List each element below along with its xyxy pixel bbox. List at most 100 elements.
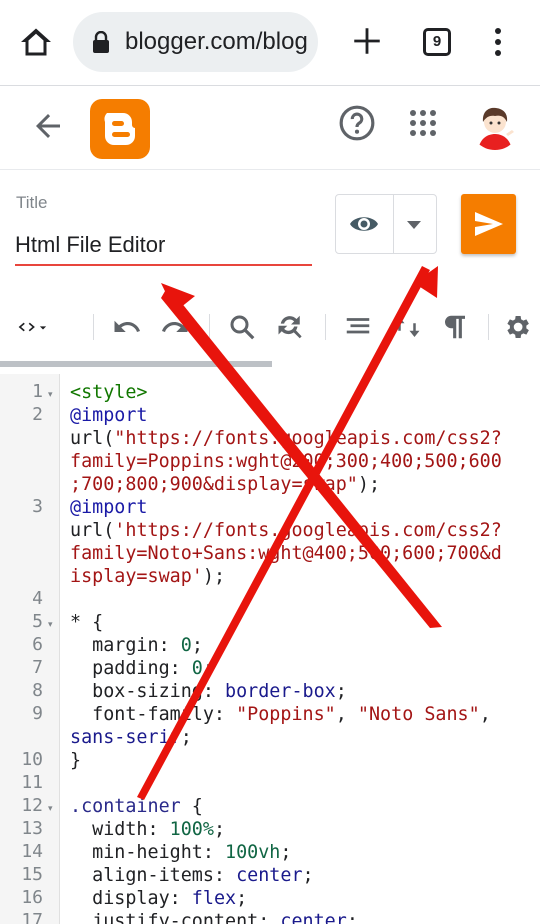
preview-divider — [393, 195, 394, 253]
code-token: @import — [70, 497, 148, 518]
line-number: 6 — [32, 634, 43, 655]
code-token: family=Noto+Sans:wght@400;500;600;700&d — [70, 543, 502, 564]
code-line: <style> — [70, 381, 148, 404]
code-token: isplay=swap' — [70, 566, 203, 587]
code-editor[interactable]: 1 ▾ 2 3 4 5 ▾ 6 7 8 9 10 11 12 ▾ 13 14 15 16 17 <style> @imp… — [0, 374, 540, 924]
code-line: family=Poppins:wght@200;300;400;500;600 — [70, 450, 502, 473]
code-token: } — [70, 750, 82, 771]
toolbar-divider — [325, 314, 326, 340]
avatar[interactable] — [470, 100, 520, 150]
code-token: font-family: — [70, 704, 237, 725]
plus-icon[interactable] — [350, 24, 384, 58]
code-line: family=Noto+Sans:wght@400;500;600;700&d — [70, 542, 502, 565]
line-number: 8 — [32, 680, 43, 701]
code-token: display: — [70, 888, 192, 909]
wrap-button[interactable] — [392, 312, 422, 342]
fold-toggle-icon[interactable]: ▾ — [48, 619, 53, 630]
code-line: sans-serif; — [70, 726, 192, 749]
publish-button[interactable] — [461, 194, 516, 254]
code-view-toggle[interactable] — [18, 312, 66, 342]
code-token: ); — [202, 566, 226, 587]
more-vert-icon[interactable] — [486, 26, 510, 58]
code-line: * { — [70, 611, 103, 634]
code-icon — [18, 322, 47, 332]
search-button[interactable] — [227, 312, 257, 342]
line-number: 3 — [32, 496, 43, 517]
line-number: 17 — [21, 910, 43, 924]
code-token: width: — [70, 819, 170, 840]
code-token: flex — [191, 888, 237, 909]
arrow-back-icon[interactable] — [30, 108, 66, 144]
pilcrow-icon — [445, 315, 465, 339]
url-text: blogger.com/blog — [125, 28, 308, 55]
pilcrow-button[interactable] — [440, 312, 470, 342]
line-number: 16 — [21, 887, 43, 908]
help-icon[interactable] — [338, 104, 376, 142]
home-icon[interactable] — [18, 24, 54, 60]
find-replace-icon — [278, 315, 302, 339]
code-token: ; — [335, 681, 347, 702]
blogger-logo[interactable] — [90, 99, 150, 159]
redo-button[interactable] — [160, 312, 190, 342]
code-token: .container — [70, 796, 181, 817]
title-label: Title — [16, 193, 48, 212]
browser-toolbar: blogger.com/blog 9 — [0, 0, 540, 86]
code-line: url("https://fonts.googleapis.com/css2? — [70, 427, 502, 450]
format-button[interactable] — [343, 312, 373, 342]
code-line: min-height: 100vh; — [70, 841, 291, 864]
apps-grid-icon[interactable] — [408, 108, 438, 138]
send-icon — [475, 212, 503, 236]
eye-icon[interactable] — [348, 209, 380, 239]
code-line: margin: 0; — [70, 634, 203, 657]
settings-button[interactable] — [502, 312, 532, 342]
code-token: box-sizing: — [70, 681, 226, 702]
code-token: ; — [236, 888, 248, 909]
address-bar[interactable]: blogger.com/blog — [73, 12, 318, 72]
line-number: 7 — [32, 657, 43, 678]
code-token: min-height: — [70, 842, 226, 863]
toolbar-divider — [488, 314, 489, 340]
undo-button[interactable] — [112, 312, 142, 342]
fold-toggle-icon[interactable]: ▾ — [48, 803, 53, 814]
editor-toolbar — [0, 300, 540, 356]
line-number: 11 — [21, 772, 43, 793]
code-token: 0 — [191, 658, 203, 679]
code-line: ;700;800;900&display=swap"); — [70, 473, 380, 496]
code-line: justify-content: center; — [70, 910, 358, 924]
swap-icon — [394, 317, 420, 337]
code-token: ; — [346, 911, 358, 924]
line-number: 15 — [21, 864, 43, 885]
preview-button-group — [335, 194, 437, 254]
code-token: border-box — [225, 681, 336, 702]
code-token: center — [280, 911, 347, 924]
horizontal-scrollbar[interactable] — [0, 361, 272, 367]
tab-switcher-button[interactable]: 9 — [423, 28, 451, 56]
post-title-input[interactable] — [15, 226, 312, 266]
code-token: justify-content: — [70, 911, 281, 924]
fold-toggle-icon[interactable]: ▾ — [48, 389, 53, 400]
code-token: ; — [280, 842, 292, 863]
redo-icon — [162, 320, 188, 332]
find-replace-button[interactable] — [276, 312, 306, 342]
line-number: 9 — [32, 703, 43, 724]
code-token: "Poppins" — [236, 704, 336, 725]
line-number: 4 — [32, 588, 43, 609]
code-token: padding: — [70, 658, 192, 679]
code-token: 'https://fonts.googleapis.com/css2? — [114, 520, 502, 541]
code-line: @import — [70, 404, 148, 427]
chevron-down-icon[interactable] — [406, 219, 422, 231]
code-token: ; — [180, 727, 192, 748]
line-number: 14 — [21, 841, 43, 862]
line-number-gutter: 1 ▾ 2 3 4 5 ▾ 6 7 8 9 10 11 12 ▾ 13 14 15 16 17 — [0, 374, 60, 924]
code-token: <style> — [70, 382, 148, 403]
lock-icon — [93, 31, 109, 53]
code-line: } — [70, 749, 81, 772]
line-number: 1 — [32, 381, 43, 402]
code-line: url('https://fonts.googleapis.com/css2? — [70, 519, 502, 542]
code-token: margin: — [70, 635, 181, 656]
code-token: url( — [70, 520, 115, 541]
line-number: 5 — [32, 611, 43, 632]
red-arrowhead — [414, 266, 438, 298]
code-line: .container { — [70, 795, 203, 818]
gear-icon — [507, 316, 529, 338]
